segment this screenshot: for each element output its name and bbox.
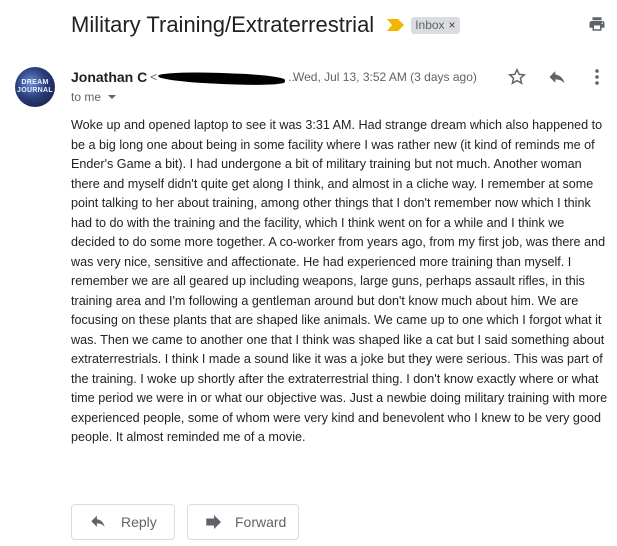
print-icon[interactable] [588,15,606,33]
star-icon[interactable] [507,67,527,87]
reply-button-label: Reply [121,514,157,530]
recipients-label: to me [71,90,102,104]
email-body: Woke up and opened laptop to see it was … [71,118,608,444]
sender-row: Jonathan C < ... [71,68,298,86]
remove-label-icon[interactable]: × [449,18,456,32]
inbox-label-text: Inbox [415,18,445,32]
forward-arrow-icon [206,515,221,529]
sender-email-prefix: < [150,70,158,84]
avatar-text: DREAM JOURNAL [17,79,53,94]
more-vert-icon[interactable] [589,67,605,87]
inbox-label-chip[interactable]: Inbox × [411,16,460,34]
subject-row: Military Training/Extraterrestrial Inbox… [71,10,617,40]
redacted-email [158,70,286,86]
email-subject: Military Training/Extraterrestrial [71,12,375,37]
reply-arrow-icon [91,515,105,527]
email-date: Wed, Jul 13, 3:52 AM (3 days ago) [293,70,477,84]
importance-marker-icon[interactable] [387,19,405,31]
sender-name[interactable]: Jonathan C [71,69,147,85]
forward-button[interactable]: Forward [187,504,299,540]
recipients-toggle[interactable]: to me [71,90,117,104]
chevron-down-icon [108,95,117,99]
forward-button-label: Forward [235,514,287,530]
reply-icon[interactable] [547,67,567,87]
avatar: DREAM JOURNAL [15,67,55,107]
reply-button[interactable]: Reply [71,504,175,540]
